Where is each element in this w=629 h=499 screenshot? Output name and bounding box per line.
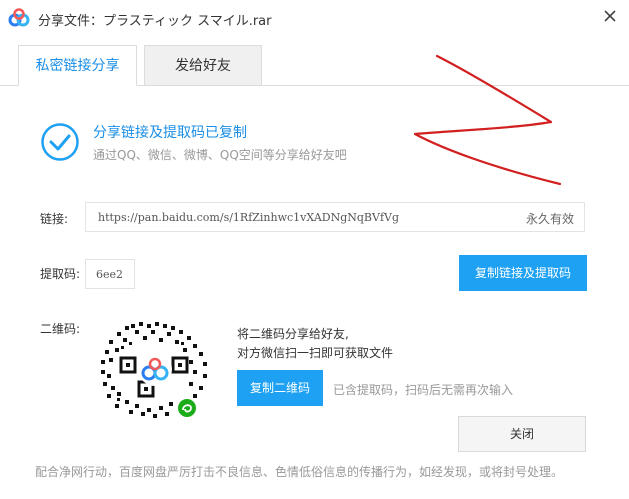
red-annotation-scribble	[413, 54, 562, 186]
close-icon	[604, 10, 616, 22]
copy-link-and-code-button[interactable]: 复制链接及提取码	[459, 255, 587, 291]
wechat-mini-program-icon	[178, 399, 196, 417]
status-title: 分享链接及提取码已复制	[93, 125, 247, 141]
code-field[interactable]: 6ee2	[85, 259, 135, 289]
qr-desc-line2: 对方微信扫一扫即可获取文件	[237, 346, 394, 360]
check-circle-icon	[41, 123, 79, 161]
baidu-netdisk-logo-icon	[8, 8, 30, 27]
code-value: 6ee2	[96, 268, 124, 281]
tab-send-to-friend[interactable]: 发给好友	[144, 45, 262, 86]
footer-notice: 配合净网行动，百度网盘严厉打击不良信息、色情低俗信息的传播行为，如经发现，或将封…	[35, 465, 564, 479]
mini-program-qr-code	[101, 322, 207, 418]
code-label: 提取码:	[40, 267, 81, 281]
link-validity: 永久有效	[525, 212, 574, 226]
qr-desc-line1: 将二维码分享给好友,	[237, 327, 349, 341]
copy-qr-button[interactable]: 复制二维码	[237, 370, 323, 406]
close-window-button[interactable]	[598, 4, 622, 28]
qr-label: 二维码:	[40, 322, 81, 336]
window-title: 分享文件：プラスティック スマイル.rar	[38, 14, 272, 29]
tab-private-link[interactable]: 私密链接分享	[18, 45, 137, 86]
qr-hint: 已含提取码，扫码后无需再次输入	[333, 383, 514, 397]
link-label: 链接:	[40, 212, 69, 226]
close-button[interactable]: 关闭	[458, 416, 586, 452]
title-bar: 分享文件：プラスティック スマイル.rar	[0, 0, 629, 36]
status-subtitle: 通过QQ、微信、微博、QQ空间等分享给好友吧	[93, 148, 347, 162]
link-url: https://pan.baidu.com/s/1RfZinhwc1vXADNg…	[98, 211, 400, 224]
link-field[interactable]: https://pan.baidu.com/s/1RfZinhwc1vXADNg…	[85, 202, 585, 232]
